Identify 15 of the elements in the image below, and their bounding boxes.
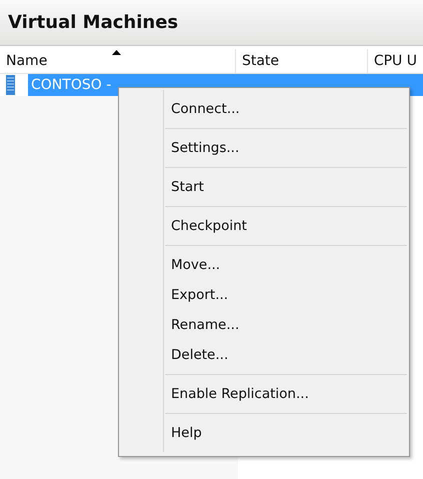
column-header[interactable]: Name	[0, 49, 236, 73]
sort-arrow-icon	[112, 50, 122, 55]
server-icon	[6, 75, 15, 95]
menu-item[interactable]: Start	[119, 168, 407, 206]
panel-title: Virtual Machines	[8, 12, 178, 33]
column-header[interactable]: State	[236, 49, 368, 73]
menu-item[interactable]: Rename...	[119, 310, 407, 340]
menu-item[interactable]: Export...	[119, 280, 407, 310]
menu-item[interactable]: Checkpoint	[119, 207, 407, 245]
menu-item[interactable]: Settings...	[119, 129, 407, 167]
column-header[interactable]: CPU U	[368, 49, 423, 73]
menu-item[interactable]: Move...	[119, 250, 407, 280]
menu-item[interactable]: Help	[119, 414, 407, 452]
menu-item[interactable]: Enable Replication...	[119, 375, 407, 413]
menu-item[interactable]: Delete...	[119, 340, 407, 370]
